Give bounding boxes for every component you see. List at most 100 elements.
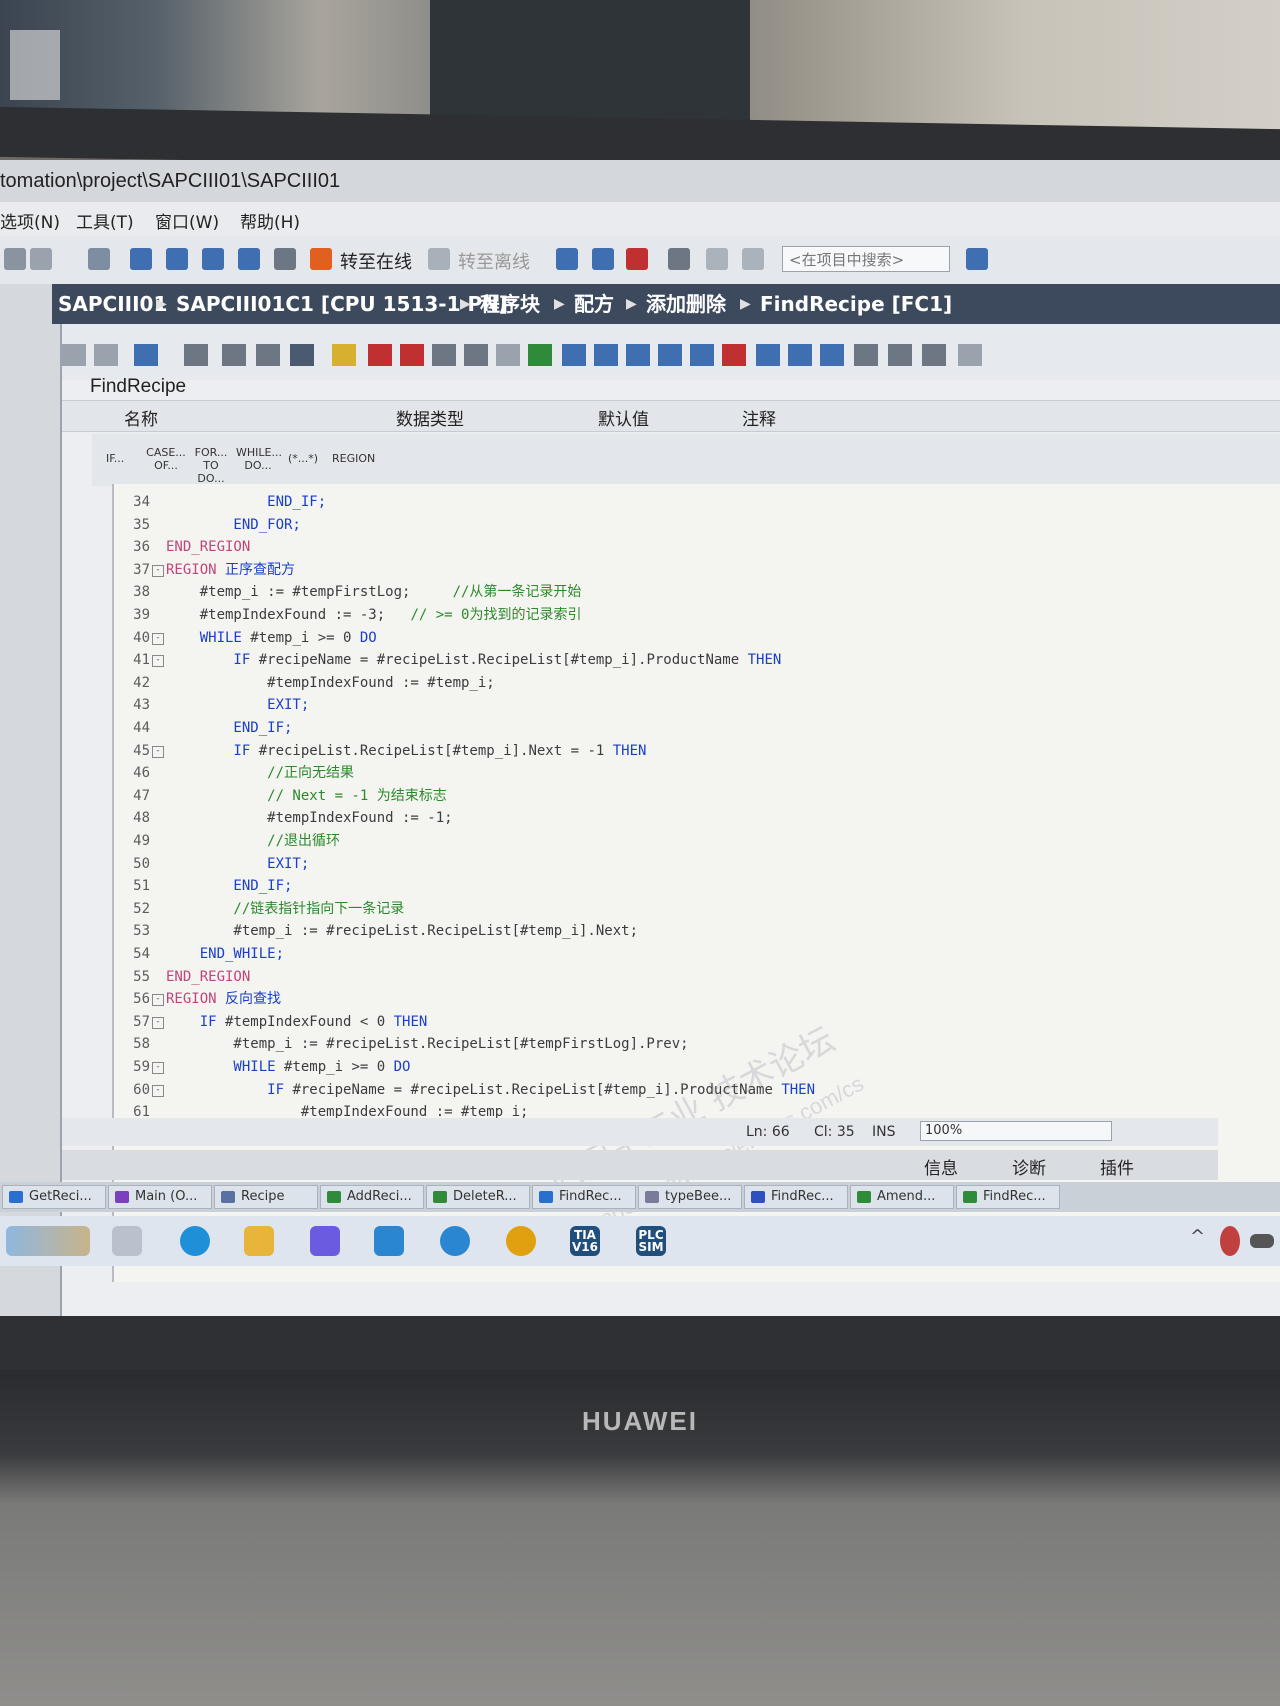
simulation-icon[interactable] — [202, 248, 224, 270]
zoom-select[interactable]: 100% — [920, 1121, 1112, 1141]
redo-icon[interactable] — [30, 248, 52, 270]
favorites-icon[interactable] — [332, 344, 356, 366]
go-online-icon[interactable] — [310, 248, 332, 270]
tab-plugins[interactable]: 插件 — [1100, 1154, 1134, 1179]
menu-options[interactable]: 选项(N) — [0, 208, 60, 233]
plcsim-icon[interactable]: PLC SIM — [636, 1226, 666, 1256]
editor-tab[interactable]: FindRec... — [744, 1185, 848, 1209]
code-line[interactable]: 43 EXIT; — [114, 695, 1274, 716]
code-line[interactable]: 52 //链表指针指向下一条记录 — [114, 899, 1274, 920]
browser-icon[interactable] — [506, 1226, 536, 1256]
editor-tab[interactable]: Recipe — [214, 1185, 318, 1209]
code-line[interactable]: 46 //正向无结果 — [114, 763, 1274, 784]
col-datatype[interactable]: 数据类型 — [396, 405, 464, 430]
code-line[interactable]: 54 END_WHILE; — [114, 944, 1274, 965]
editor-tab[interactable]: GetReci... — [2, 1185, 106, 1209]
template-case[interactable]: CASE... OF... — [144, 446, 188, 472]
close-icon[interactable] — [668, 248, 690, 270]
editor-tool-icon[interactable] — [690, 344, 714, 366]
col-name[interactable]: 名称 — [124, 405, 158, 430]
editor-tab[interactable]: typeBee... — [638, 1185, 742, 1209]
project-search-input[interactable]: <在项目中搜索> — [782, 246, 950, 272]
tab-diagnostics[interactable]: 诊断 — [1012, 1154, 1046, 1179]
template-while[interactable]: WHILE... DO... — [236, 446, 282, 472]
split-vertical-icon[interactable] — [742, 248, 764, 270]
accessible-devices-icon[interactable] — [556, 248, 578, 270]
start-cpu-icon[interactable] — [592, 248, 614, 270]
file-explorer-icon[interactable] — [244, 1226, 274, 1256]
menu-help[interactable]: 帮助(H) — [240, 208, 300, 233]
code-line[interactable]: 34 END_IF; — [114, 492, 1274, 513]
widgets-icon[interactable] — [6, 1226, 90, 1256]
code-line[interactable]: 41- IF #recipeName = #recipeList.RecipeL… — [114, 650, 1274, 671]
fold-toggle-icon[interactable]: - — [152, 1084, 164, 1097]
editor-tab[interactable]: Main (O... — [108, 1185, 212, 1209]
editor-tool-icon[interactable] — [62, 344, 86, 366]
editor-tool-icon[interactable] — [464, 344, 488, 366]
copilot-icon[interactable] — [310, 1226, 340, 1256]
editor-tool-icon[interactable] — [756, 344, 780, 366]
compile-icon[interactable] — [88, 248, 110, 270]
breadcrumb-program-blocks[interactable]: 程序块 — [480, 284, 540, 324]
editor-tab[interactable]: AddReci... — [320, 1185, 424, 1209]
editor-tool-icon[interactable] — [820, 344, 844, 366]
list-icon[interactable] — [222, 344, 246, 366]
editor-tool-icon[interactable] — [290, 344, 314, 366]
code-line[interactable]: 44 END_IF; — [114, 718, 1274, 739]
col-comment[interactable]: 注释 — [742, 405, 776, 430]
menu-tools[interactable]: 工具(T) — [76, 208, 134, 233]
editor-tab[interactable]: DeleteR... — [426, 1185, 530, 1209]
outdent-icon[interactable] — [594, 344, 618, 366]
editor-tool-icon[interactable] — [722, 344, 746, 366]
tab-info[interactable]: 信息 — [924, 1154, 958, 1179]
code-line[interactable]: 49 //退出循环 — [114, 831, 1274, 852]
code-line[interactable]: 55 END_REGION — [114, 967, 1274, 988]
code-line[interactable]: 45- IF #recipeList.RecipeList[#temp_i].N… — [114, 741, 1274, 762]
breadcrumb-add-delete[interactable]: 添加删除 — [646, 284, 726, 324]
code-line[interactable]: 51 END_IF; — [114, 876, 1274, 897]
split-horizontal-icon[interactable] — [706, 248, 728, 270]
code-line[interactable]: 48 #tempIndexFound := -1; — [114, 808, 1274, 829]
code-line[interactable]: 38 #temp_i := #tempFirstLog; //从第一条记录开始 — [114, 582, 1274, 603]
tray-security-icon[interactable] — [1220, 1226, 1240, 1256]
search-go-icon[interactable] — [966, 248, 988, 270]
fold-toggle-icon[interactable]: - — [152, 1016, 164, 1029]
editor-tool-icon[interactable] — [528, 344, 552, 366]
fold-toggle-icon[interactable]: - — [152, 994, 164, 1007]
upload-device-icon[interactable] — [166, 248, 188, 270]
template-comment[interactable]: (*...*) — [288, 452, 318, 465]
insert-icon[interactable] — [134, 344, 158, 366]
download-icon[interactable] — [130, 248, 152, 270]
breadcrumb-project[interactable]: SAPCIII01 — [58, 284, 167, 324]
fold-toggle-icon[interactable]: - — [152, 655, 164, 668]
editor-tool-icon[interactable] — [658, 344, 682, 366]
code-line[interactable]: 39 #tempIndexFound := -3; // >= 0为找到的记录索… — [114, 605, 1274, 626]
upload-icon[interactable] — [4, 248, 26, 270]
code-line[interactable]: 40- WHILE #temp_i >= 0 DO — [114, 628, 1274, 649]
editor-tab[interactable]: FindRec... — [532, 1185, 636, 1209]
editor-tool-icon[interactable] — [922, 344, 946, 366]
fold-toggle-icon[interactable]: - — [152, 1062, 164, 1074]
tia-portal-icon[interactable]: TIA V16 — [570, 1226, 600, 1256]
editor-tool-icon[interactable] — [854, 344, 878, 366]
editor-tool-icon[interactable] — [432, 344, 456, 366]
go-offline-button[interactable]: 转至离线 — [458, 248, 530, 274]
code-line[interactable]: 37- REGION 正序查配方 — [114, 560, 1274, 581]
fold-toggle-icon[interactable]: - — [152, 632, 164, 645]
fold-toggle-icon[interactable]: - — [152, 745, 164, 758]
editor-tool-icon[interactable] — [496, 344, 520, 366]
stop-cpu-icon[interactable] — [626, 248, 648, 270]
indent-icon[interactable] — [562, 344, 586, 366]
breadcrumb-cpu[interactable]: SAPCIII01C1 [CPU 1513-1 PN] — [176, 284, 508, 324]
editor-tool-icon[interactable] — [184, 344, 208, 366]
col-default[interactable]: 默认值 — [598, 405, 649, 430]
mail-icon[interactable] — [374, 1226, 404, 1256]
editor-tab[interactable]: Amend... — [850, 1185, 954, 1209]
template-for[interactable]: FOR... TO DO... — [190, 446, 232, 485]
breadcrumb-recipe[interactable]: 配方 — [574, 284, 614, 324]
save-icon[interactable] — [238, 248, 260, 270]
code-line[interactable]: 56- REGION 反向查找 — [114, 989, 1274, 1010]
print-icon[interactable] — [274, 248, 296, 270]
code-line[interactable]: 50 EXIT; — [114, 854, 1274, 875]
editor-tool-icon[interactable] — [94, 344, 118, 366]
